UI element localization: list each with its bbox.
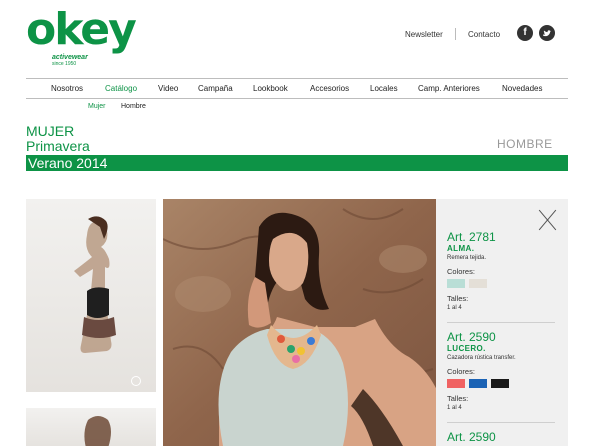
hombre-section-link[interactable]: HOMBRE: [497, 137, 553, 151]
product-2-sizes-label: Talles:: [447, 394, 469, 403]
nav-item-nosotros[interactable]: Nosotros: [51, 84, 83, 93]
logo-since: since 1950: [52, 61, 77, 67]
product-2-color-swatch-3[interactable]: [491, 379, 509, 388]
subnav-item-mujer[interactable]: Mujer: [88, 103, 106, 110]
thumbnail-1[interactable]: [26, 199, 156, 392]
nav-item-lookbook[interactable]: Lookbook: [253, 84, 288, 93]
top-links-divider: [455, 28, 456, 40]
model-photo-illustration: [163, 199, 436, 446]
logo-tagline: activewear: [52, 54, 88, 61]
product-1-name: ALMA.: [447, 244, 475, 253]
close-icon[interactable]: [538, 208, 556, 230]
thumbnail-2-figure: [84, 416, 111, 446]
season-bar: Verano 2014: [26, 155, 568, 171]
nav-rule-top: [26, 78, 568, 79]
product-2-name: LUCERO.: [447, 344, 486, 353]
main-product-photo: [163, 199, 436, 446]
nav-item-accesorios[interactable]: Accesorios: [310, 84, 349, 93]
facebook-icon[interactable]: f: [517, 25, 533, 41]
twitter-icon[interactable]: [539, 25, 555, 41]
thumbnail-model-figure: [74, 216, 116, 353]
product-1-description: Remera tejida.: [447, 255, 487, 261]
nav-item-locales[interactable]: Locales: [370, 84, 398, 93]
product-divider-2: [447, 422, 555, 423]
twitter-bird-icon: [543, 30, 552, 37]
product-2-color-swatch-2[interactable]: [469, 379, 487, 388]
product-1-sizes-label: Talles:: [447, 294, 469, 303]
zoom-icon[interactable]: [131, 376, 141, 386]
contact-link[interactable]: Contacto: [468, 30, 500, 39]
product-1-color-swatch-2[interactable]: [469, 279, 487, 288]
catalog-line-primavera: Primavera: [26, 138, 90, 154]
catalog-heading: MUJER Primavera: [26, 124, 90, 154]
product-2-description: Cazadora rústica transfer.: [447, 355, 516, 361]
nav-item-video[interactable]: Video: [158, 84, 178, 93]
newsletter-link[interactable]: Newsletter: [405, 30, 443, 39]
product-2-article: Art. 2590: [447, 330, 496, 344]
product-1-colors-label: Colores:: [447, 267, 475, 276]
nav-item-catalogo[interactable]: Catálogo: [105, 84, 137, 93]
product-1-article: Art. 2781: [447, 230, 496, 244]
product-divider-1: [447, 322, 555, 323]
nav-item-campana[interactable]: Campaña: [198, 84, 233, 93]
nav-item-novedades[interactable]: Novedades: [502, 84, 542, 93]
catalog-line-mujer: MUJER: [26, 123, 75, 139]
nav-item-camp-anteriores[interactable]: Camp. Anteriores: [418, 84, 480, 93]
product-1-sizes: 1 al 4: [447, 305, 462, 311]
okey-logo[interactable]: okey activewear since 1950: [26, 8, 137, 70]
season-title: Verano 2014: [28, 155, 108, 171]
product-1-color-swatch-1[interactable]: [447, 279, 465, 288]
logo-wordmark: okey: [26, 4, 137, 55]
product-2-color-swatch-1[interactable]: [447, 379, 465, 388]
product-2-sizes: 1 al 4: [447, 405, 462, 411]
subnav-item-hombre[interactable]: Hombre: [121, 103, 146, 110]
nav-rule-bottom: [26, 98, 568, 99]
thumbnail-2[interactable]: [26, 408, 156, 446]
product-3-article: Art. 2590: [447, 430, 496, 444]
product-2-colors-label: Colores:: [447, 367, 475, 376]
